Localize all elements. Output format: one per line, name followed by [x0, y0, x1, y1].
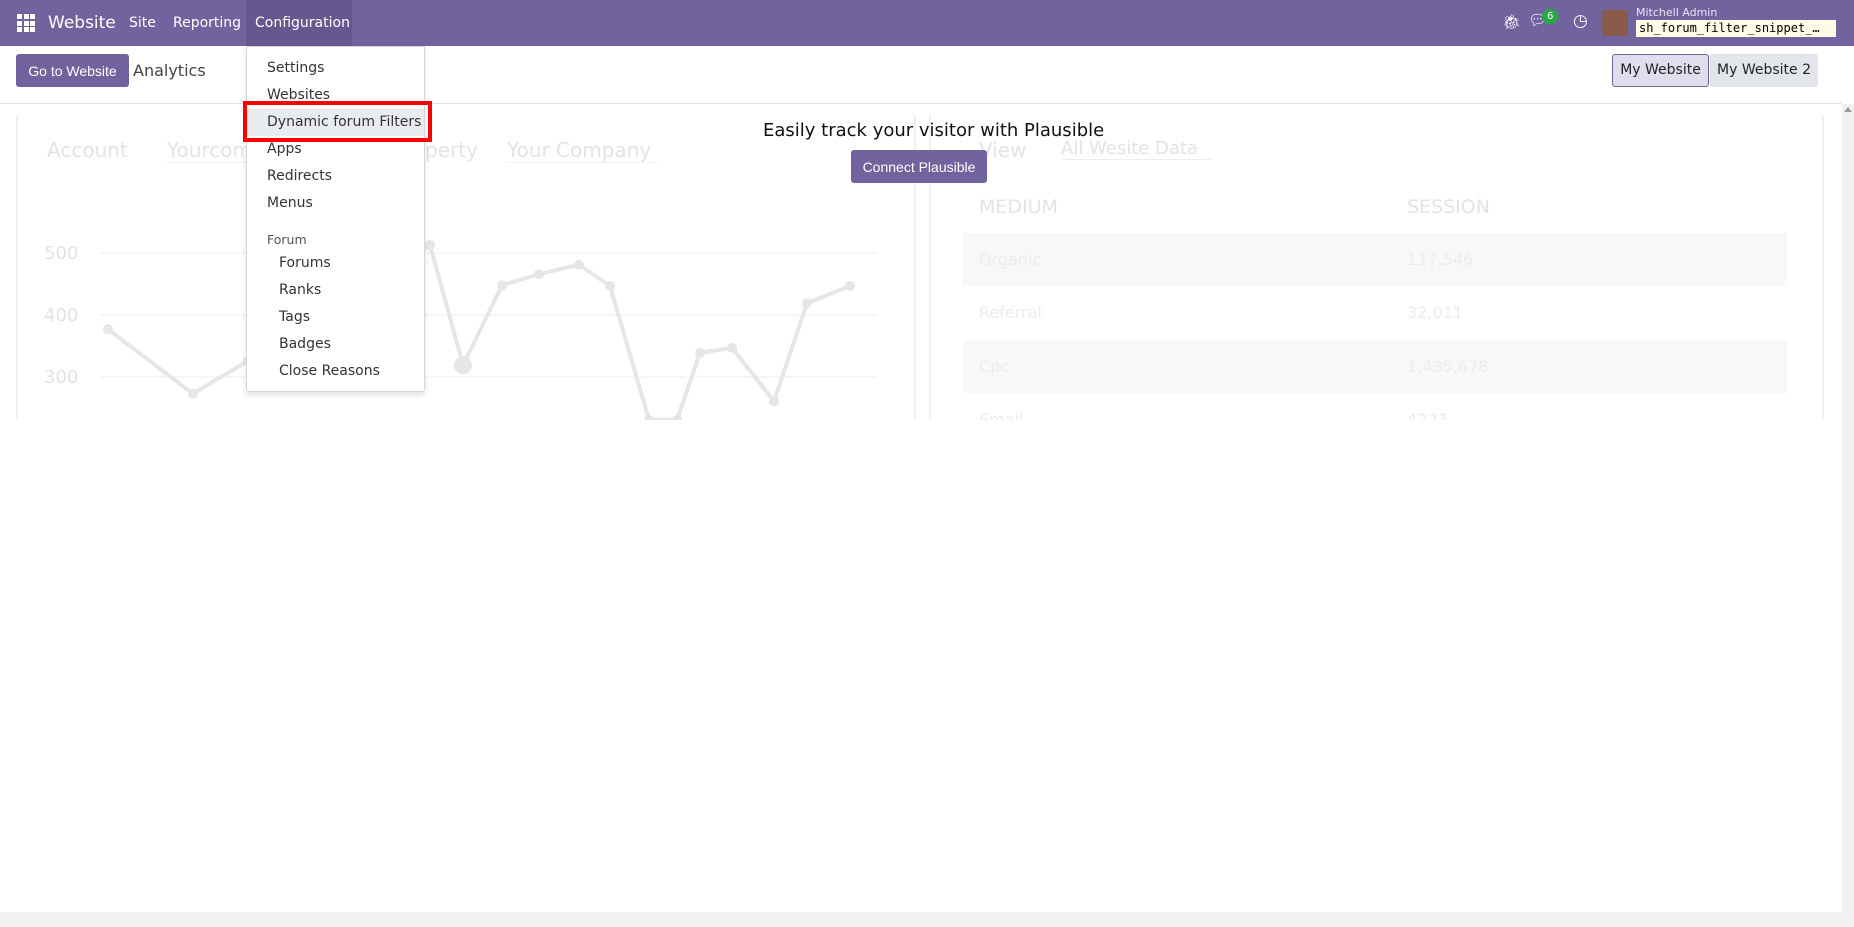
menu-item-badges[interactable]: Badges — [247, 331, 424, 358]
top-navbar: Website Site Reporting Configuration 🐞︎ … — [0, 0, 1854, 46]
menu-item-close-reasons[interactable]: Close Reasons — [247, 358, 424, 385]
data-point — [454, 356, 472, 375]
property-select: Your Company — [507, 138, 658, 163]
app-name[interactable]: Website — [48, 0, 116, 46]
data-point — [769, 396, 779, 407]
menu-site[interactable]: Site — [129, 0, 156, 46]
menu-section-forum: Forum — [267, 232, 307, 247]
avatar[interactable] — [1602, 10, 1628, 36]
view-select: All Wesite Data — [1061, 138, 1211, 160]
data-point — [534, 269, 544, 280]
vertical-scrollbar[interactable] — [1842, 104, 1854, 912]
breadcrumb: Analytics — [133, 61, 206, 80]
bug-icon[interactable]: 🐞︎ — [1502, 13, 1521, 31]
database-name: sh_forum_filter_snippet_… — [1636, 20, 1836, 37]
configuration-dropdown: Settings Websites Dynamic forum Filters … — [246, 46, 425, 392]
table-row: Cpc 1,435,678 — [963, 340, 1787, 393]
user-name[interactable]: Mitchell Admin — [1636, 6, 1717, 19]
clock-icon[interactable]: ◷ — [1573, 11, 1588, 31]
line-chart: 500 400 300 — [44, 239, 877, 420]
table-header-session: SESSION — [1407, 196, 1490, 218]
data-point — [425, 239, 435, 250]
y-tick-label: 300 — [44, 367, 78, 388]
website-switch-my-website[interactable]: My Website — [1612, 54, 1709, 87]
website-switch-my-website-2[interactable]: My Website 2 — [1710, 54, 1818, 87]
data-point — [497, 280, 507, 291]
horizontal-scrollbar[interactable] — [0, 912, 1854, 927]
property-label: perty — [425, 138, 478, 162]
data-point — [695, 347, 705, 358]
data-point — [644, 414, 654, 420]
y-tick-label: 500 — [44, 243, 78, 264]
data-point — [802, 298, 812, 309]
data-point — [605, 280, 615, 291]
data-point — [845, 280, 855, 291]
menu-configuration[interactable]: Configuration — [246, 0, 352, 46]
table-row: Organic 117,546 — [963, 233, 1787, 286]
scroll-up-icon[interactable] — [1844, 107, 1852, 112]
table-row: Email 4223 — [979, 410, 1448, 420]
plausible-title: Easily track your visitor with Plausible — [763, 120, 1105, 141]
highlight-annotation — [243, 101, 432, 142]
menu-item-redirects[interactable]: Redirects — [247, 163, 424, 190]
menu-item-menus[interactable]: Menus — [247, 190, 424, 217]
menu-item-tags[interactable]: Tags — [247, 304, 424, 331]
menu-reporting[interactable]: Reporting — [173, 0, 241, 46]
account-label: Account — [47, 138, 128, 162]
series-line — [106, 241, 851, 420]
connect-plausible-button[interactable]: Connect Plausible — [851, 150, 987, 183]
menu-item-forums[interactable]: Forums — [247, 250, 424, 277]
apps-grid-icon[interactable] — [17, 14, 35, 32]
data-point — [188, 388, 198, 399]
go-to-website-button[interactable]: Go to Website — [16, 54, 129, 87]
table-header-medium: MEDIUM — [979, 196, 1058, 218]
y-tick-label: 400 — [44, 305, 78, 326]
menu-item-settings[interactable]: Settings — [247, 55, 424, 82]
chat-count-badge: 6 — [1542, 9, 1559, 24]
table-row: Referral 32,011 — [979, 303, 1463, 322]
menu-item-ranks[interactable]: Ranks — [247, 277, 424, 304]
data-point — [727, 342, 737, 353]
data-point — [103, 324, 113, 335]
data-point — [574, 259, 584, 270]
